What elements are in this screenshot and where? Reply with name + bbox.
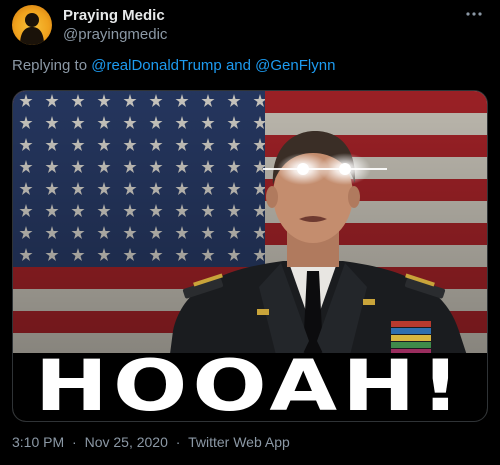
reply-mention-genflynn[interactable]: @GenFlynn <box>255 57 335 74</box>
author-display-name[interactable]: Praying Medic <box>63 7 167 25</box>
tweet-source[interactable]: Twitter Web App <box>188 434 290 450</box>
tweet-media-image[interactable]: HOOAH! <box>12 90 488 422</box>
reply-conjunction: and <box>225 57 251 74</box>
more-options-button[interactable] <box>462 6 486 22</box>
tweet-date[interactable]: Nov 25, 2020 <box>85 434 168 450</box>
avatar-silhouette-icon <box>20 13 44 45</box>
tweet-time[interactable]: 3:10 PM <box>12 434 64 450</box>
media-caption-text: HOOAH! <box>34 345 466 422</box>
avatar[interactable] <box>12 5 52 45</box>
reply-context: Replying to @realDonaldTrump and @GenFly… <box>12 56 335 76</box>
tweet-metadata: 3:10 PM · Nov 25, 2020 · Twitter Web App <box>12 433 290 451</box>
author-block: Praying Medic @prayingmedic <box>63 7 167 45</box>
meta-separator: · <box>72 434 77 450</box>
reply-mention-realdonaldtrump[interactable]: @realDonaldTrump <box>91 57 222 74</box>
tweet: Praying Medic @prayingmedic Replying to … <box>0 0 500 465</box>
meta-separator-2: · <box>175 434 181 450</box>
tweet-header: Praying Medic @prayingmedic <box>12 5 488 45</box>
reply-prefix: Replying to <box>12 57 88 74</box>
more-horizontal-icon <box>466 12 482 16</box>
author-handle[interactable]: @prayingmedic <box>63 25 167 45</box>
